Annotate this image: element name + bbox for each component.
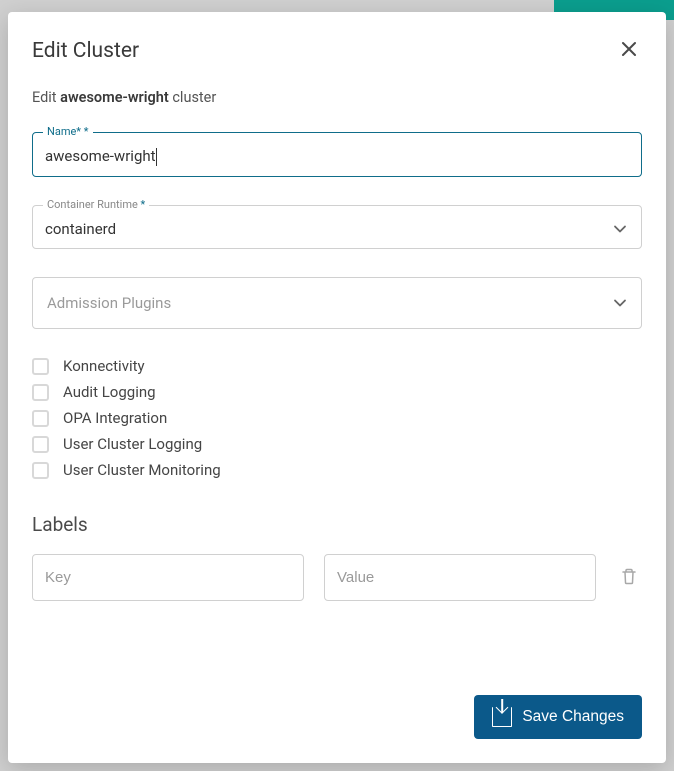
subtitle-cluster-name: awesome-wright <box>60 89 169 106</box>
checkbox-label: Audit Logging <box>63 383 156 401</box>
text-cursor <box>156 148 157 166</box>
checkbox-box[interactable] <box>32 462 49 479</box>
edit-cluster-modal: Edit Cluster Edit awesome-wright cluster… <box>8 12 666 763</box>
container-runtime-value: containerd <box>45 220 116 238</box>
modal-header: Edit Cluster <box>32 36 642 65</box>
modal-title: Edit Cluster <box>32 39 139 63</box>
subtitle-suffix: cluster <box>169 89 217 106</box>
save-changes-button[interactable]: Save Changes <box>474 695 642 739</box>
chevron-down-icon <box>613 296 627 310</box>
chevron-down-icon <box>613 222 627 236</box>
checkbox-konnectivity[interactable]: Konnectivity <box>32 353 642 379</box>
delete-label-button[interactable] <box>616 563 642 592</box>
trash-icon <box>620 567 638 585</box>
label-key-input[interactable] <box>32 554 304 601</box>
checkbox-box[interactable] <box>32 436 49 453</box>
container-runtime-label: Container Runtime * <box>43 198 149 211</box>
checkbox-label: User Cluster Logging <box>63 435 202 453</box>
modal-footer: Save Changes <box>32 695 642 739</box>
checkbox-box[interactable] <box>32 410 49 427</box>
checkbox-box[interactable] <box>32 358 49 375</box>
checkbox-audit-logging[interactable]: Audit Logging <box>32 379 642 405</box>
checkbox-opa-integration[interactable]: OPA Integration <box>32 405 642 431</box>
checkbox-user-cluster-monitoring[interactable]: User Cluster Monitoring <box>32 457 642 483</box>
labels-row <box>32 554 642 601</box>
name-field[interactable]: Name* * awesome-wright <box>32 132 642 177</box>
close-icon <box>620 40 638 58</box>
admission-plugins-placeholder: Admission Plugins <box>47 294 171 312</box>
modal-subtitle: Edit awesome-wright cluster <box>32 89 642 106</box>
name-input-value[interactable]: awesome-wright <box>45 147 156 165</box>
checkbox-label: OPA Integration <box>63 409 167 427</box>
checkbox-label: User Cluster Monitoring <box>63 461 221 479</box>
subtitle-prefix: Edit <box>32 89 60 106</box>
labels-heading: Labels <box>32 513 642 536</box>
checkbox-label: Konnectivity <box>63 357 145 375</box>
close-button[interactable] <box>616 36 642 65</box>
checkbox-list: Konnectivity Audit Logging OPA Integrati… <box>32 353 642 483</box>
download-icon <box>492 707 512 727</box>
label-value-input[interactable] <box>324 554 596 601</box>
name-label: Name* * <box>43 125 93 138</box>
container-runtime-field[interactable]: Container Runtime * containerd <box>32 205 642 249</box>
admission-plugins-field[interactable]: Admission Plugins <box>32 277 642 329</box>
checkbox-user-cluster-logging[interactable]: User Cluster Logging <box>32 431 642 457</box>
checkbox-box[interactable] <box>32 384 49 401</box>
save-button-label: Save Changes <box>522 708 624 726</box>
